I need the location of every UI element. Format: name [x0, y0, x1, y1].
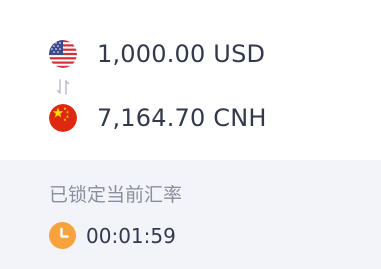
from-amount: 1,000.00 USD [97, 40, 266, 68]
to-currency-row: 7,164.70 CNH [49, 104, 267, 132]
rate-locked-label: 已锁定当前汇率 [49, 184, 183, 206]
us-flag-icon [49, 40, 77, 68]
countdown-timer: 00:01:59 [49, 222, 176, 249]
countdown-value: 00:01:59 [86, 223, 176, 248]
from-currency-row: 1,000.00 USD [49, 40, 265, 68]
rate-lock-card: 1,000.00 USD 7,164.70 CNH 已锁定当前汇率 00:01:… [0, 0, 381, 269]
swap-arrows-icon [56, 79, 70, 95]
conversion-panel: 1,000.00 USD 7,164.70 CNH [0, 0, 381, 160]
cn-flag-icon [49, 104, 77, 132]
clock-icon [49, 222, 76, 249]
to-amount: 7,164.70 CNH [97, 104, 267, 132]
rate-lock-panel [0, 160, 381, 269]
